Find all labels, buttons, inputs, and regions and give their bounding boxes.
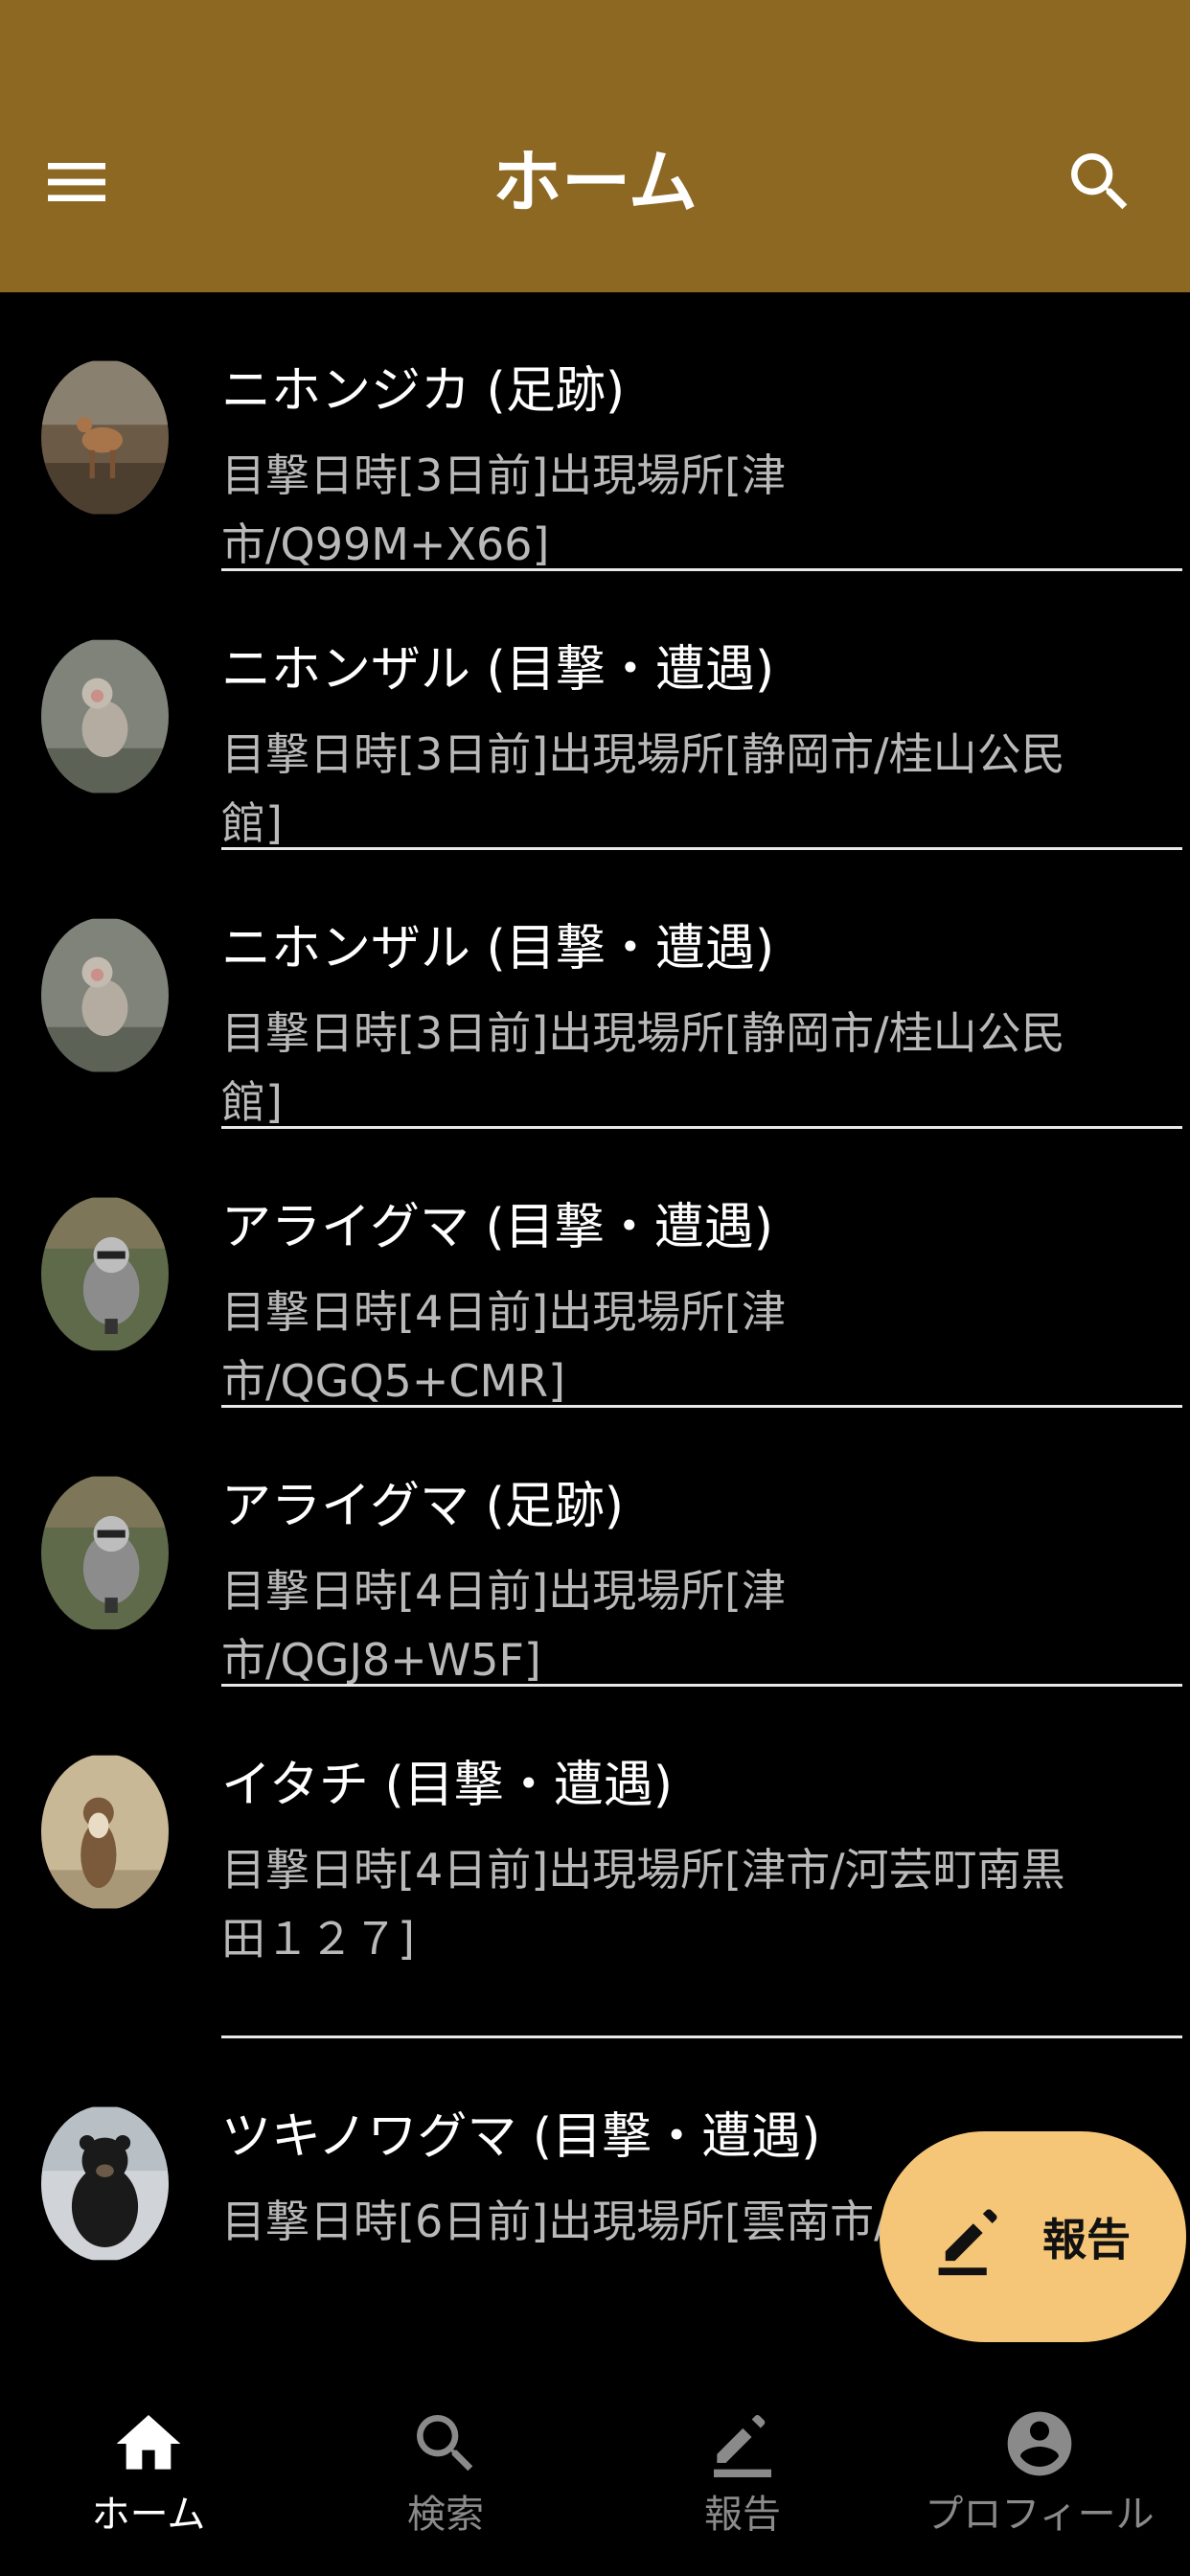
sighting-info: 目撃日時[4日前]出現場所[津市/QGJ8+W5F] (221, 1565, 787, 1686)
tab-home[interactable]: ホーム (0, 2405, 297, 2543)
tab-label: 報告 (704, 2493, 781, 2537)
list-item[interactable]: アライグマ (目撃・遭遇) 目撃日時[4日前]出現場所[津市/QGQ5+CMR] (0, 1129, 1190, 1408)
report-fab-button[interactable]: 報告 (880, 2131, 1186, 2342)
sighting-info: 目撃日時[4日前]出現場所[津市/河芸町南黒田１２７] (221, 1844, 1065, 1965)
tab-report[interactable]: 報告 (594, 2405, 891, 2543)
tab-label: ホーム (91, 2493, 206, 2537)
tab-label: 検索 (407, 2493, 484, 2537)
animal-name: ニホンザル (目撃・遭遇) (221, 641, 775, 699)
animal-photo-bear (41, 2105, 169, 2262)
search-icon (417, 2415, 473, 2472)
animal-name: アライグマ (目撃・遭遇) (221, 1199, 774, 1256)
animal-photo-raccoon (41, 1196, 169, 1352)
animal-photo-raccoon (41, 1475, 169, 1631)
animal-name: アライグマ (足跡) (221, 1478, 625, 1535)
list-item[interactable]: ニホンジカ (足跡) 目撃日時[3日前]出現場所[津市/Q99M+X66] (0, 292, 1190, 571)
list-item[interactable]: ニホンザル (目撃・遭遇) 目撃日時[3日前]出現場所[静岡市/桂山公民館] (0, 850, 1190, 1129)
list-item[interactable]: イタチ (目撃・遭遇) 目撃日時[4日前]出現場所[津市/河芸町南黒田１２７] (0, 1687, 1190, 2038)
tab-label: プロフィール (925, 2493, 1155, 2537)
account-circle-icon (1007, 2411, 1072, 2476)
tab-profile[interactable]: プロフィール (891, 2405, 1188, 2543)
animal-name: ツキノワグマ (目撃・遭遇) (221, 2108, 821, 2166)
sighting-info: 目撃日時[3日前]出現場所[静岡市/桂山公民館] (221, 1007, 1065, 1128)
list-item[interactable]: アライグマ (足跡) 目撃日時[4日前]出現場所[津市/QGJ8+W5F] (0, 1408, 1190, 1687)
animal-name: イタチ (目撃・遭遇) (221, 1757, 674, 1814)
animal-name: ニホンジカ (足跡) (221, 362, 626, 420)
animal-photo-weasel (41, 1754, 169, 1910)
animal-photo-monkey (41, 638, 169, 794)
home-icon (116, 2415, 181, 2470)
list-item[interactable]: ニホンザル (目撃・遭遇) 目撃日時[3日前]出現場所[静岡市/桂山公民館] (0, 571, 1190, 850)
app-bar: ホーム (0, 0, 1190, 292)
sighting-list: ニホンジカ (足跡) 目撃日時[3日前]出現場所[津市/Q99M+X66] ニホ… (0, 292, 1190, 2390)
fab-label: 報告 (1042, 2214, 1131, 2266)
bottom-navigation: ホーム 検索 報告 プロフィール (0, 2377, 1190, 2576)
sighting-info: 目撃日時[4日前]出現場所[津市/QGQ5+CMR] (221, 1286, 787, 1407)
edit-icon (938, 2209, 997, 2276)
animal-name: ニホンザル (目撃・遭遇) (221, 920, 775, 978)
sighting-info: 目撃日時[3日前]出現場所[津市/Q99M+X66] (221, 449, 787, 570)
animal-photo-deer (41, 359, 169, 516)
search-icon[interactable] (1062, 144, 1138, 220)
tab-search[interactable]: 検索 (297, 2405, 594, 2543)
sighting-info: 目撃日時[3日前]出現場所[静岡市/桂山公民館] (221, 728, 1065, 849)
page-title: ホーム (492, 142, 698, 222)
edit-icon (714, 2414, 771, 2477)
animal-photo-monkey (41, 917, 169, 1073)
